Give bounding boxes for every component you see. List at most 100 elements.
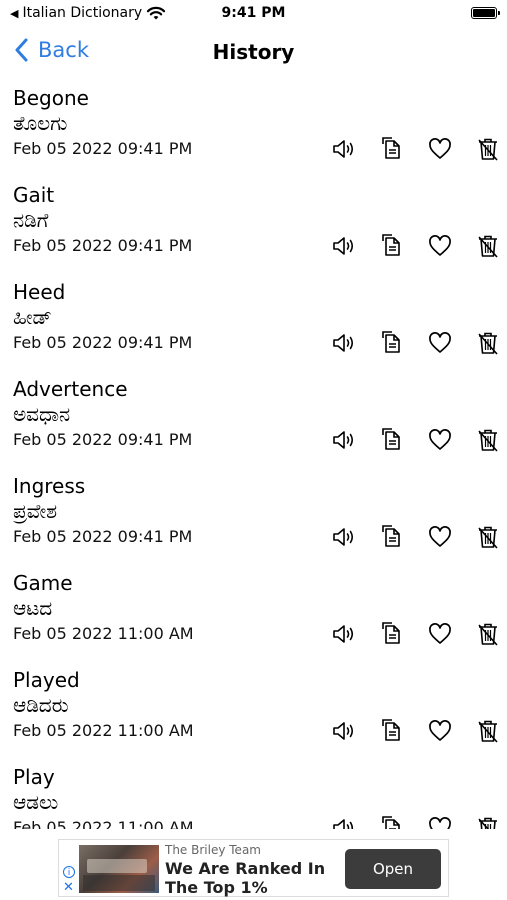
history-row[interactable]: Game ಆಟದ Feb 05 2022 11:00 AM <box>0 568 507 665</box>
status-bar: ◀ Italian Dictionary 9:41 PM <box>0 0 507 28</box>
speaker-icon <box>333 237 354 255</box>
copy-button[interactable] <box>368 717 416 745</box>
entry-actions <box>320 232 507 260</box>
delete-button[interactable] <box>464 523 507 551</box>
navigation-bar: Back History <box>0 30 507 76</box>
history-row[interactable]: Advertence ಅವಧಾನ Feb 05 2022 09:41 PM <box>0 374 507 471</box>
history-list[interactable]: Begone ತೊಲಗು Feb 05 2022 09:41 PM Gait ನ… <box>0 83 507 829</box>
copy-icon <box>382 622 400 644</box>
copy-button[interactable] <box>368 620 416 648</box>
speak-button[interactable] <box>320 135 368 163</box>
entry-actions <box>320 523 507 551</box>
speaker-icon <box>333 625 354 643</box>
favorite-button[interactable] <box>416 232 464 260</box>
favorite-button[interactable] <box>416 717 464 745</box>
copy-button[interactable] <box>368 135 416 163</box>
entry-actions <box>320 426 507 454</box>
delete-button[interactable] <box>464 426 507 454</box>
entry-date: Feb 05 2022 11:00 AM <box>13 818 194 829</box>
favorite-button[interactable] <box>416 523 464 551</box>
history-row[interactable]: Played ಆಡಿದರು Feb 05 2022 11:00 AM <box>0 665 507 762</box>
entry-translation: ತೊಲಗು <box>13 111 68 135</box>
delete-icon <box>478 138 498 161</box>
entry-word: Gait <box>13 183 55 207</box>
heart-icon <box>429 817 451 829</box>
speak-button[interactable] <box>320 814 368 829</box>
delete-button[interactable] <box>464 814 507 829</box>
entry-date: Feb 05 2022 09:41 PM <box>13 333 193 352</box>
copy-icon <box>382 234 400 256</box>
speak-button[interactable] <box>320 620 368 648</box>
favorite-button[interactable] <box>416 814 464 829</box>
history-row[interactable]: Ingress ಪ್ರವೇಶ Feb 05 2022 09:41 PM <box>0 471 507 568</box>
speaker-icon <box>333 722 354 740</box>
copy-icon <box>382 137 400 159</box>
history-row[interactable]: Play ಆಡಲು Feb 05 2022 11:00 AM <box>0 762 507 829</box>
heart-icon <box>429 235 451 256</box>
favorite-button[interactable] <box>416 426 464 454</box>
entry-date: Feb 05 2022 09:41 PM <box>13 527 193 546</box>
ad-info-icon[interactable]: i <box>63 866 75 878</box>
entry-translation: ಅವಧಾನ <box>13 402 71 426</box>
history-row[interactable]: Begone ತೊಲಗು Feb 05 2022 09:41 PM <box>0 83 507 180</box>
entry-date: Feb 05 2022 09:41 PM <box>13 139 193 158</box>
speak-button[interactable] <box>320 523 368 551</box>
delete-button[interactable] <box>464 135 507 163</box>
heart-icon <box>429 526 451 547</box>
ad-close-icon[interactable]: ✕ <box>63 881 74 895</box>
entry-word: Begone <box>13 86 89 110</box>
entry-date: Feb 05 2022 11:00 AM <box>13 624 194 643</box>
entry-translation: ನಡಿಗೆ <box>13 208 49 232</box>
copy-button[interactable] <box>368 426 416 454</box>
entry-word: Game <box>13 571 73 595</box>
delete-icon <box>478 526 498 549</box>
favorite-button[interactable] <box>416 620 464 648</box>
heart-icon <box>429 332 451 353</box>
heart-icon <box>429 623 451 644</box>
delete-icon <box>478 332 498 355</box>
copy-button[interactable] <box>368 329 416 357</box>
delete-button[interactable] <box>464 329 507 357</box>
entry-word: Play <box>13 765 55 789</box>
entry-translation: ಹೀಡ್ <box>13 305 52 329</box>
delete-icon <box>478 817 497 829</box>
history-row[interactable]: Gait ನಡಿಗೆ Feb 05 2022 09:41 PM <box>0 180 507 277</box>
speak-button[interactable] <box>320 329 368 357</box>
favorite-button[interactable] <box>416 135 464 163</box>
entry-date: Feb 05 2022 09:41 PM <box>13 236 193 255</box>
ad-open-button[interactable]: Open <box>345 849 441 889</box>
ad-headline[interactable]: We Are Ranked In The Top 1% <box>165 859 340 897</box>
copy-icon <box>382 525 400 547</box>
entry-actions <box>320 329 507 357</box>
speaker-icon <box>333 140 354 158</box>
copy-button[interactable] <box>368 814 416 829</box>
history-row[interactable]: Heed ಹೀಡ್ Feb 05 2022 09:41 PM <box>0 277 507 374</box>
page-title: History <box>212 40 295 64</box>
entry-word: Heed <box>13 280 66 304</box>
battery-icon <box>471 7 500 19</box>
entry-translation: ಆಡಿದರು <box>13 693 69 717</box>
entry-word: Played <box>13 668 80 692</box>
heart-icon <box>429 720 451 741</box>
delete-button[interactable] <box>464 620 507 648</box>
speak-button[interactable] <box>320 232 368 260</box>
entry-actions <box>320 135 507 163</box>
speak-button[interactable] <box>320 426 368 454</box>
speaker-icon <box>333 528 354 546</box>
entry-actions <box>320 620 507 648</box>
ad-banner[interactable]: i ✕ The Briley Team We Are Ranked In The… <box>58 839 449 897</box>
delete-icon <box>478 235 498 258</box>
copy-icon <box>382 719 400 741</box>
status-time: 9:41 PM <box>221 5 286 21</box>
speak-button[interactable] <box>320 717 368 745</box>
heart-icon <box>429 138 451 159</box>
copy-button[interactable] <box>368 523 416 551</box>
entry-translation: ಆಡಲು <box>13 790 59 814</box>
entry-actions <box>320 814 507 829</box>
favorite-button[interactable] <box>416 329 464 357</box>
copy-icon <box>382 428 400 450</box>
copy-button[interactable] <box>368 232 416 260</box>
entry-translation: ಆಟದ <box>13 596 53 620</box>
delete-button[interactable] <box>464 232 507 260</box>
delete-button[interactable] <box>464 717 507 745</box>
